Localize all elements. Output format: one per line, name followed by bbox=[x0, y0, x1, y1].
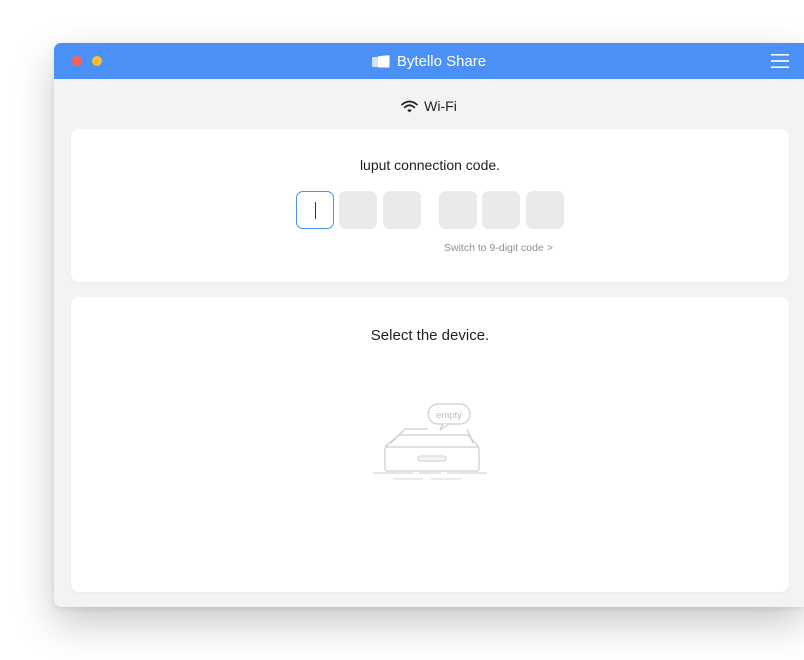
device-select-card: Select the device. empty bbox=[71, 297, 789, 592]
title-bar: Bytello Share bbox=[54, 43, 804, 79]
hamburger-menu-icon[interactable] bbox=[770, 52, 790, 70]
connection-code-card: luput connection code. Switch to 9-digit… bbox=[71, 129, 789, 282]
empty-label: empty bbox=[436, 410, 462, 421]
code-digit-5[interactable] bbox=[482, 191, 520, 229]
code-digit-4[interactable] bbox=[439, 191, 477, 229]
network-status: Wi-Fi bbox=[54, 95, 804, 117]
connection-code-heading: luput connection code. bbox=[359, 157, 501, 173]
code-digit-6[interactable] bbox=[526, 191, 564, 229]
text-caret bbox=[315, 202, 316, 219]
wifi-icon bbox=[401, 100, 419, 112]
code-digit-1[interactable] bbox=[296, 191, 334, 229]
switch-code-length-link[interactable]: Switch to 9-digit code > bbox=[444, 242, 553, 254]
code-digit-3[interactable] bbox=[383, 191, 421, 229]
code-digit-2[interactable] bbox=[339, 191, 377, 229]
app-window: Bytello Share Wi-Fi luput connection cod… bbox=[54, 43, 804, 607]
folder-icon bbox=[371, 54, 390, 67]
window-title-group: Bytello Share bbox=[54, 43, 804, 79]
network-label: Wi-Fi bbox=[424, 98, 457, 114]
window-title: Bytello Share bbox=[396, 52, 487, 70]
device-select-heading: Select the device. bbox=[370, 327, 490, 344]
empty-tray-icon: empty bbox=[373, 403, 487, 480]
